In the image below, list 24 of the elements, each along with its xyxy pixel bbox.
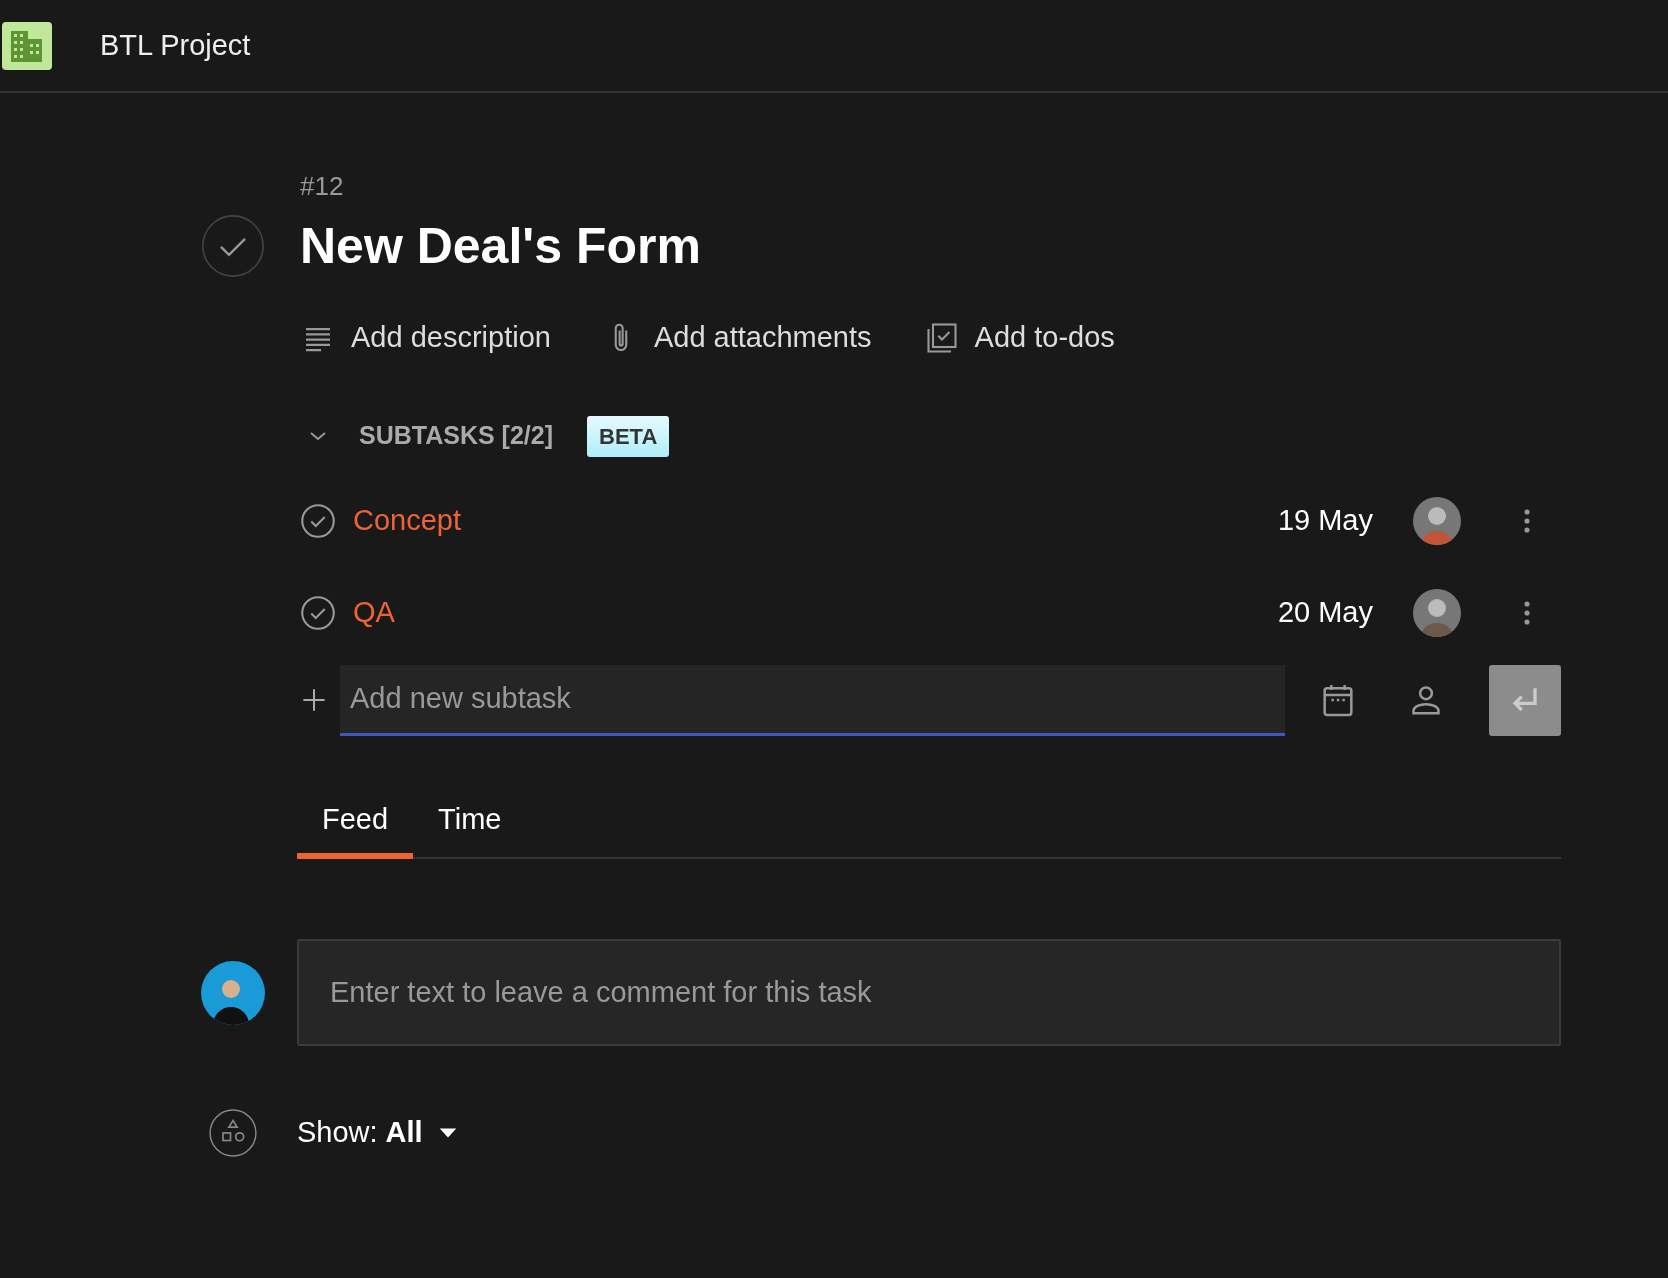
task-complete-check-icon[interactable] [201,214,265,278]
tab[interactable]: Feed [297,797,414,859]
subtask-date[interactable]: 19 May [1277,498,1373,543]
subtask-title[interactable]: QA [353,590,1278,635]
task-title: New Deal's Form [300,217,701,276]
avatar [1413,588,1461,637]
subtasks-heading: SUBTASKS [2/2] [359,420,553,452]
add-action-button[interactable]: Add to-dos [923,316,1115,360]
check-circle-icon[interactable] [300,594,336,631]
building-logo-icon [2,21,52,70]
shapes-icon [208,1108,258,1158]
subtask-date[interactable]: 20 May [1277,590,1373,635]
tab[interactable]: Time [413,797,527,859]
beta-badge: BETA [587,415,670,457]
task-number: #12 [300,170,344,203]
comment-field[interactable]: Enter text to leave a comment for this task [297,939,1561,1046]
add-action-button[interactable]: Add description [300,316,551,360]
new-subtask-field[interactable]: Add new subtask [340,664,1285,736]
project-title: BTL Project [100,27,251,63]
check-circle-icon[interactable] [300,502,336,539]
show-filter-dropdown[interactable]: Show: All [297,1111,459,1155]
add-action-button[interactable]: Add attachments [602,316,872,360]
avatar [1413,496,1461,545]
subtask-title[interactable]: Concept [353,498,1278,543]
